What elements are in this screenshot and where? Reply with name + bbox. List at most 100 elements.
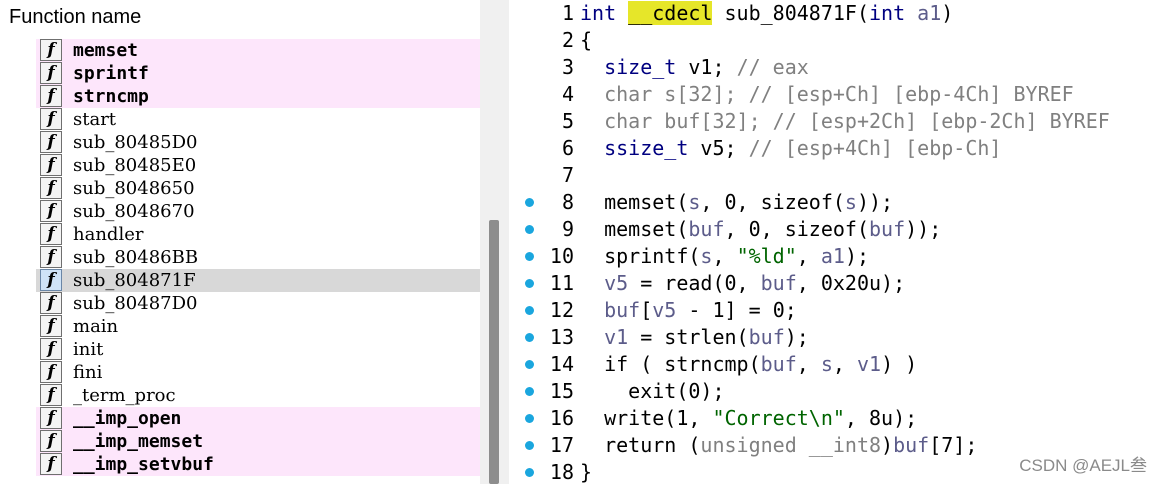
code-token: exit(0); <box>580 379 725 403</box>
function-icon: f <box>40 430 62 452</box>
code-text: memset(s, 0, sizeof(s)); <box>580 189 893 216</box>
function-list-item[interactable]: f sprintf <box>36 62 480 85</box>
code-token: } <box>580 460 593 484</box>
code-text: return (unsigned __int8)buf[7]; <box>580 432 977 459</box>
breakpoint-dot-icon[interactable] <box>525 306 534 315</box>
code-token: char buf[32]; <box>580 109 773 133</box>
line-number: 8 <box>561 190 574 214</box>
code-line[interactable]: 2{ <box>512 27 1153 54</box>
function-list-item[interactable]: f sub_80486BB <box>36 246 480 269</box>
code-token: = read(0, <box>628 271 761 295</box>
function-list-item[interactable]: f _term_proc <box>36 384 480 407</box>
code-line[interactable]: 15 exit(0); <box>512 378 1153 405</box>
function-list-item[interactable]: f sub_80487D0 <box>36 292 480 315</box>
function-name: start <box>73 109 117 130</box>
breakpoint-dot-icon[interactable] <box>525 414 534 423</box>
function-list-item[interactable]: f init <box>36 338 480 361</box>
breakpoint-dot-icon[interactable] <box>525 252 534 261</box>
breakpoint-dot-icon[interactable] <box>525 198 534 207</box>
function-icon: f <box>40 200 62 222</box>
breakpoint-dot-icon[interactable] <box>525 441 534 450</box>
function-list-item[interactable]: f __imp_open <box>36 407 480 430</box>
line-number: 7 <box>561 163 574 187</box>
code-line[interactable]: 14 if ( strncmp(buf, s, v1) ) <box>512 351 1153 378</box>
function-list-item[interactable]: f main <box>36 315 480 338</box>
function-list-item[interactable]: f sub_8048670 <box>36 200 480 223</box>
scrollbar-thumb[interactable] <box>489 220 499 484</box>
line-number: 14 <box>549 352 574 376</box>
function-list-item[interactable]: f memset <box>36 39 480 62</box>
code-line[interactable]: 3 size_t v1; // eax <box>512 54 1153 81</box>
code-token: ); <box>844 244 870 268</box>
code-line[interactable]: 7 <box>512 162 1153 189</box>
code-token: s <box>844 190 857 214</box>
code-line[interactable]: 1 int __cdecl sub_804871F(int a1) <box>512 0 1153 27</box>
function-list-scrollbar[interactable] <box>480 0 509 484</box>
breakpoint-dot-icon[interactable] <box>525 360 534 369</box>
code-token: size_t <box>604 55 677 79</box>
function-name: handler <box>73 224 144 245</box>
code-token: v1 <box>856 352 882 376</box>
highlighted-token: __cdecl <box>628 1 713 25</box>
code-line[interactable]: 9 memset(buf, 0, sizeof(buf)); <box>512 216 1153 243</box>
code-token: ) <box>881 433 894 457</box>
code-line[interactable]: 13 v1 = strlen(buf); <box>512 324 1153 351</box>
code-text: int __cdecl sub_804871F(int a1) <box>580 0 953 27</box>
pseudocode-view[interactable]: 1 int __cdecl sub_804871F(int a1) 2{3 size… <box>512 0 1153 484</box>
code-token: , <box>712 244 737 268</box>
function-list-item[interactable]: f handler <box>36 223 480 246</box>
function-list-item[interactable]: f start <box>36 108 480 131</box>
breakpoint-dot-icon[interactable] <box>525 225 534 234</box>
function-icon: f <box>40 246 62 268</box>
breakpoint-dot-icon[interactable] <box>525 333 534 342</box>
function-icon: f <box>40 223 62 245</box>
code-token: return ( <box>580 433 701 457</box>
code-token: v5 <box>652 298 677 322</box>
code-line[interactable]: 12 buf[v5 - 1] = 0; <box>512 297 1153 324</box>
breakpoint-dot-icon[interactable] <box>525 279 534 288</box>
function-name: _term_proc <box>73 385 176 406</box>
line-number: 2 <box>561 28 574 52</box>
function-icon: f <box>40 338 62 360</box>
line-number: 11 <box>549 271 574 295</box>
function-name: strncmp <box>73 86 149 107</box>
function-icon: f <box>40 39 62 61</box>
code-line[interactable]: 5 char buf[32]; // [esp+2Ch] [ebp-2Ch] B… <box>512 108 1153 135</box>
code-line[interactable]: 4 char s[32]; // [esp+Ch] [ebp-4Ch] BYRE… <box>512 81 1153 108</box>
code-line[interactable]: 16 write(1, "Correct\n", 8u); <box>512 405 1153 432</box>
line-number: 15 <box>549 379 574 403</box>
breakpoint-dot-icon[interactable] <box>525 468 534 477</box>
code-token: buf <box>760 271 797 295</box>
function-list-item[interactable]: f fini <box>36 361 480 384</box>
code-token: , 0, sizeof( <box>724 217 870 241</box>
function-list-item[interactable]: f sub_804871F <box>36 269 480 292</box>
function-icon: f <box>40 131 62 153</box>
function-list-item[interactable]: f __imp_setvbuf <box>36 453 480 476</box>
function-name: sub_80486BB <box>73 247 199 268</box>
code-line[interactable]: 10 sprintf(s, "%ld", a1); <box>512 243 1153 270</box>
code-text: char buf[32]; // [esp+2Ch] [ebp-2Ch] BYR… <box>580 108 1110 135</box>
code-token: v5; <box>688 136 749 160</box>
function-list: f memset f sprintf f strncmp f start f sub_80485D… <box>36 39 480 476</box>
function-name: __imp_open <box>73 408 182 429</box>
code-token: buf <box>869 217 906 241</box>
code-token: , <box>796 244 821 268</box>
code-token: buf <box>893 433 930 457</box>
function-name: sub_80487D0 <box>73 293 198 314</box>
code-line[interactable]: 8 memset(s, 0, sizeof(s)); <box>512 189 1153 216</box>
function-list-item[interactable]: f __imp_memset <box>36 430 480 453</box>
code-token: = strlen( <box>628 325 749 349</box>
function-list-item[interactable]: f sub_80485D0 <box>36 131 480 154</box>
function-list-item[interactable]: f sub_80485E0 <box>36 154 480 177</box>
code-line[interactable]: 11 v5 = read(0, buf, 0x20u); <box>512 270 1153 297</box>
code-text: write(1, "Correct\n", 8u); <box>580 405 917 432</box>
function-list-header[interactable]: Function name <box>0 0 480 36</box>
function-name-column-header[interactable]: Function name <box>9 6 141 29</box>
code-token: , 8u); <box>844 406 918 430</box>
breakpoint-dot-icon[interactable] <box>525 387 534 396</box>
line-number: 1 <box>561 1 574 25</box>
code-line[interactable]: 6 ssize_t v5; // [esp+4Ch] [ebp-Ch] <box>512 135 1153 162</box>
function-list-item[interactable]: f strncmp <box>36 85 480 108</box>
function-list-item[interactable]: f sub_8048650 <box>36 177 480 200</box>
